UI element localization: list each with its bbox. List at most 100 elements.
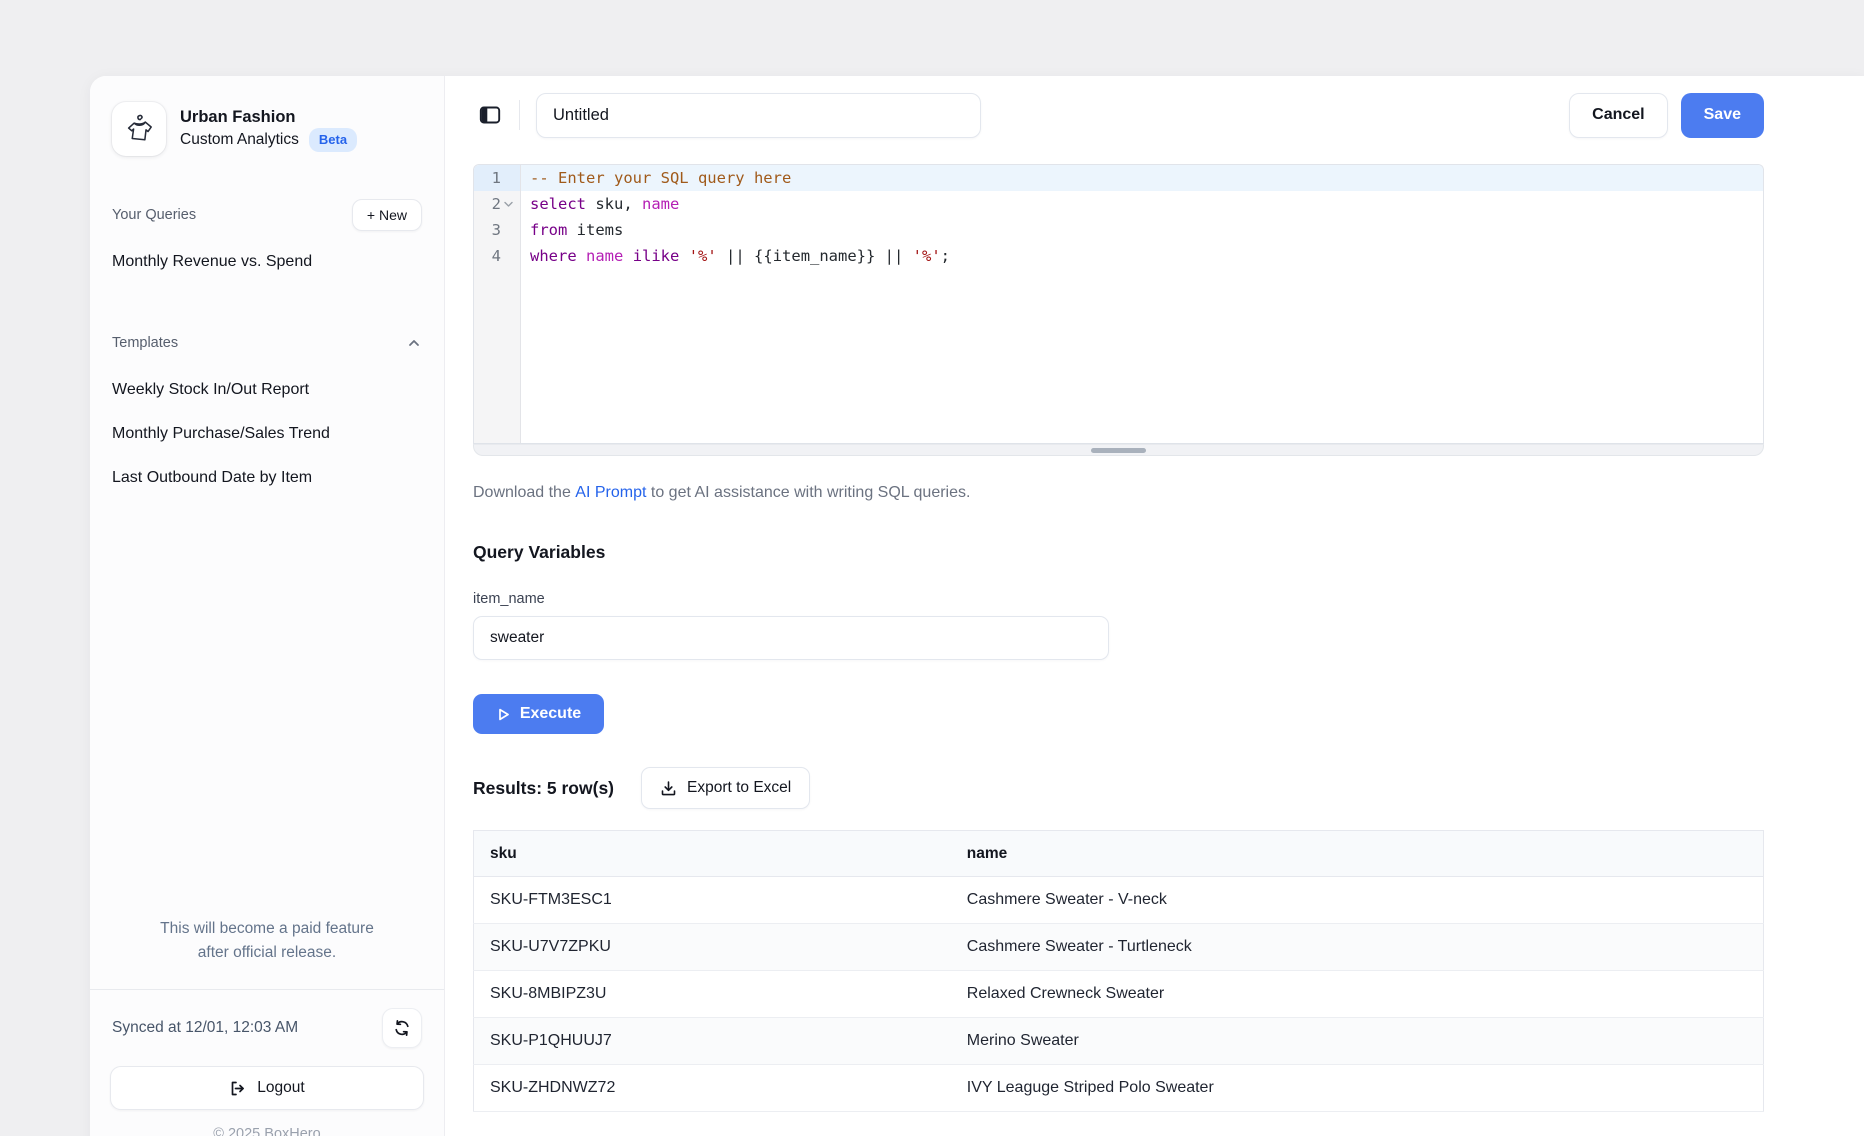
templates-section-header[interactable]: Templates [90, 326, 444, 360]
fold-chevron-icon[interactable] [501, 201, 516, 208]
brand: Urban Fashion Custom Analytics Beta [90, 102, 444, 156]
results-header-row: Results: 5 row(s) Export to Excel [473, 767, 1764, 809]
results-table-header: skuname [474, 831, 1764, 877]
main-panel: Cancel Save 1234 -- Enter your SQL query… [445, 76, 1864, 1136]
code-token: '%' [913, 247, 941, 265]
export-to-excel-button[interactable]: Export to Excel [641, 767, 810, 809]
query-title-input[interactable] [536, 93, 981, 138]
code-token: name [586, 247, 623, 265]
table-row: SKU-8MBIPZ3URelaxed Crewneck Sweater [474, 971, 1764, 1018]
new-query-button[interactable]: + New [352, 199, 422, 231]
editor-gutter: 1234 [474, 165, 521, 443]
beta-badge: Beta [309, 128, 357, 152]
sidebar-item-template[interactable]: Last Outbound Date by Item [90, 456, 444, 500]
table-cell: Relaxed Crewneck Sweater [951, 971, 1764, 1018]
code-line: from items [521, 217, 1763, 243]
table-cell: SKU-P1QHUUJ7 [474, 1018, 951, 1065]
table-cell: SKU-U7V7ZPKU [474, 924, 951, 971]
templates-list: Weekly Stock In/Out ReportMonthly Purcha… [90, 368, 444, 500]
gutter-line: 3 [474, 217, 520, 243]
table-row: SKU-ZHDNWZ72IVY Leaguge Striped Polo Swe… [474, 1065, 1764, 1112]
code-line: -- Enter your SQL query here [521, 165, 1763, 191]
table-row: SKU-U7V7ZPKUCashmere Sweater - Turtlenec… [474, 924, 1764, 971]
code-token: '%' [689, 247, 717, 265]
sidebar-item-template[interactable]: Monthly Purchase/Sales Trend [90, 412, 444, 456]
editor-code-area[interactable]: -- Enter your SQL query here select sku, … [521, 165, 1763, 443]
code-token: ; [941, 247, 950, 265]
code-token: where [530, 247, 577, 265]
product-name: Custom Analytics [180, 130, 299, 151]
code-token: || {{item_name}} || [717, 247, 913, 265]
code-line: where name ilike '%' || {{item_name}} ||… [521, 243, 1763, 269]
execute-button[interactable]: Execute [473, 694, 604, 734]
download-icon [660, 780, 677, 797]
table-cell: IVY Leaguge Striped Polo Sweater [951, 1065, 1764, 1112]
refresh-button[interactable] [382, 1008, 422, 1048]
gutter-line: 2 [474, 191, 520, 217]
execute-label: Execute [520, 705, 581, 723]
workspace-name: Urban Fashion [180, 106, 357, 128]
logout-icon [229, 1080, 246, 1097]
logout-label: Logout [257, 1079, 304, 1097]
code-token: select [530, 195, 586, 213]
ai-prompt-link[interactable]: AI Prompt [575, 484, 646, 501]
sidebar-item-query[interactable]: Monthly Revenue vs. Spend [90, 240, 444, 284]
queries-section-label: Your Queries [112, 207, 196, 223]
line-number: 3 [481, 217, 501, 243]
sql-editor[interactable]: 1234 -- Enter your SQL query here select … [473, 164, 1764, 444]
code-token: -- Enter your SQL query here [530, 169, 791, 187]
line-number: 1 [481, 165, 501, 191]
gutter-line: 4 [474, 243, 520, 269]
code-token: ilike [633, 247, 680, 265]
table-cell: SKU-8MBIPZ3U [474, 971, 951, 1018]
table-cell: SKU-ZHDNWZ72 [474, 1065, 951, 1112]
topbar: Cancel Save [473, 92, 1764, 138]
sidebar: Urban Fashion Custom Analytics Beta Your… [90, 76, 445, 1136]
results-table: skuname SKU-FTM3ESC1Cashmere Sweater - V… [473, 830, 1764, 1112]
paid-feature-notice: This will become a paid feature after of… [90, 917, 444, 965]
code-token: items [567, 221, 623, 239]
code-token: name [642, 195, 679, 213]
line-number: 4 [481, 243, 501, 269]
save-button[interactable]: Save [1681, 93, 1764, 138]
tshirt-logo-icon [121, 111, 157, 147]
refresh-icon [393, 1019, 411, 1037]
app-card: Urban Fashion Custom Analytics Beta Your… [90, 76, 1864, 1136]
workspace-logo [112, 102, 166, 156]
table-row: SKU-FTM3ESC1Cashmere Sweater - V-neck [474, 877, 1764, 924]
code-token [623, 247, 632, 265]
sidebar-toggle-button[interactable] [473, 98, 507, 132]
column-header: sku [474, 831, 951, 877]
code-line: select sku, name [521, 191, 1763, 217]
code-token [577, 247, 586, 265]
editor-resize-handle[interactable] [473, 444, 1764, 456]
code-token: from [530, 221, 567, 239]
gutter-line: 1 [474, 165, 520, 191]
cancel-button[interactable]: Cancel [1569, 93, 1667, 138]
notice-line-1: This will become a paid feature [108, 917, 426, 941]
brand-text: Urban Fashion Custom Analytics Beta [180, 106, 357, 152]
topbar-divider [519, 100, 520, 130]
item-name-input[interactable] [473, 616, 1109, 660]
table-row: SKU-P1QHUUJ7Merino Sweater [474, 1018, 1764, 1065]
chevron-up-icon[interactable] [406, 335, 422, 351]
panel-left-icon [478, 103, 502, 127]
line-number: 2 [481, 191, 501, 217]
sidebar-footer: Synced at 12/01, 12:03 AM [90, 989, 444, 1136]
table-cell: Cashmere Sweater - V-neck [951, 877, 1764, 924]
queries-section-header: Your Queries + New [90, 198, 444, 232]
resize-grip [1091, 448, 1146, 453]
sidebar-item-template[interactable]: Weekly Stock In/Out Report [90, 368, 444, 412]
table-cell: SKU-FTM3ESC1 [474, 877, 951, 924]
logout-button[interactable]: Logout [110, 1066, 424, 1110]
table-cell: Cashmere Sweater - Turtleneck [951, 924, 1764, 971]
play-icon [496, 707, 511, 722]
sync-status: Synced at 12/01, 12:03 AM [112, 1019, 298, 1037]
copyright: © 2025 BoxHero [110, 1126, 424, 1136]
code-token [679, 247, 688, 265]
templates-section-label: Templates [112, 335, 178, 351]
query-variables-title: Query Variables [473, 542, 1764, 563]
item-name-label: item_name [473, 591, 1764, 607]
ai-prompt-note: Download the AI Prompt to get AI assista… [473, 484, 1764, 502]
queries-list: Monthly Revenue vs. Spend [90, 240, 444, 284]
